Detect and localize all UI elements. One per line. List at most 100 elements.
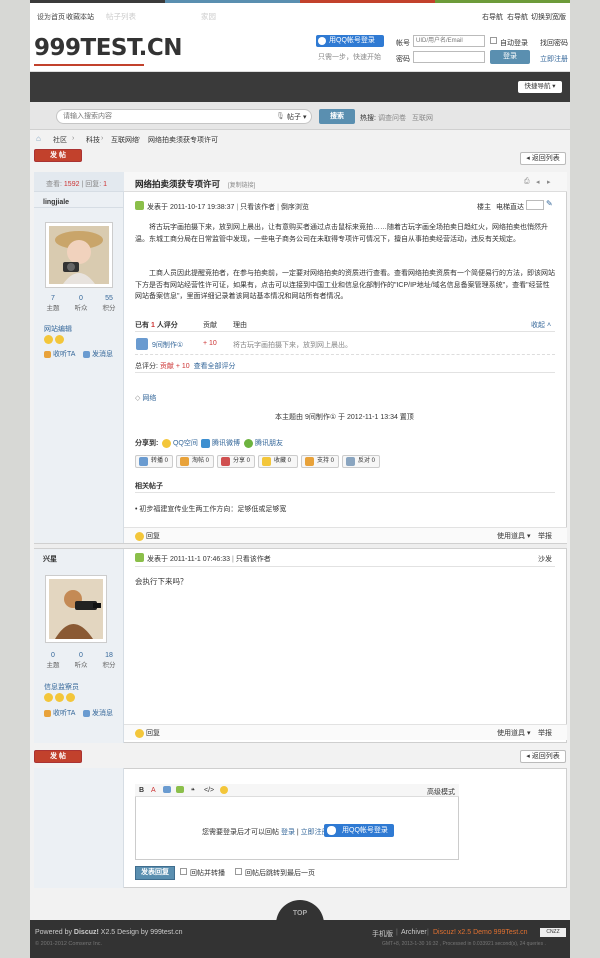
nav-thread-content[interactable]: 帖子内容 [153, 11, 183, 22]
divider [135, 331, 555, 332]
copy-link[interactable]: [复制链接] [228, 180, 255, 189]
follow-icon [44, 350, 51, 358]
register-link[interactable]: 立即注册 [540, 54, 568, 64]
smiley-icon[interactable] [220, 786, 228, 794]
share-button[interactable]: 分享 0 [217, 455, 255, 468]
bold-icon[interactable]: B [139, 787, 144, 794]
floor-jump-label[interactable]: 电梯直达 [496, 202, 524, 212]
site-logo[interactable]: 999TEST.CN [34, 35, 183, 61]
image-icon[interactable] [176, 786, 184, 793]
hot-search-item[interactable]: 互联网 [412, 113, 433, 123]
right-nav-link-2[interactable]: 右导航 [507, 12, 528, 22]
next-thread-icon[interactable]: ▸ [547, 178, 551, 186]
reply-button[interactable]: 回复 [135, 531, 160, 541]
archiver-link[interactable]: Archiver [401, 929, 427, 936]
nav-thread-list[interactable]: 帖子列表 [106, 11, 136, 22]
send-message[interactable]: 发消息 [83, 708, 113, 718]
floor-owner[interactable]: 楼主 [477, 202, 491, 212]
forward-button[interactable]: 转播 0 [135, 455, 173, 468]
share-tfriends[interactable]: 腾讯朋友 [244, 438, 283, 448]
nav-home[interactable]: 家园 [201, 11, 216, 22]
new-post-button[interactable]: 发 帖 [34, 750, 82, 763]
follow-ta[interactable]: 收听TA [44, 349, 75, 359]
thread-title: 网络拍卖须获专项许可 [135, 179, 221, 189]
reply-button[interactable]: 回复 [135, 728, 160, 738]
rating-collapse[interactable]: 收起 ˄ [531, 320, 551, 330]
submit-reply-button[interactable]: 发表回复 [135, 866, 175, 880]
home-icon[interactable]: ⌂ [36, 134, 41, 143]
nav-portal[interactable]: 门户 [41, 11, 56, 22]
rating-col-reason: 理由 [233, 322, 247, 329]
related-item[interactable]: • 初步福建宣传业生两工作方向：足够低或足够宽 [135, 504, 286, 514]
hot-search-label: 热搜: [360, 115, 376, 122]
find-password-link[interactable]: 找回密码 [540, 38, 568, 48]
post-separator [34, 543, 567, 549]
stat-label: 积分 [102, 662, 116, 669]
use-tool-menu[interactable]: 使用道具 ▾ [497, 728, 530, 738]
send-message[interactable]: 发消息 [83, 349, 113, 359]
share-tfriends-label: 腾讯朋友 [254, 440, 283, 447]
view-all-ratings-link[interactable]: 查看全部评分 [194, 363, 236, 370]
breadcrumb-tech[interactable]: 科技 [86, 135, 100, 145]
new-post-button[interactable]: 发 帖 [34, 149, 82, 162]
jump-last-checkbox[interactable] [235, 868, 242, 875]
cnzz-badge[interactable]: CNZZ [540, 928, 566, 937]
link-icon[interactable] [163, 786, 171, 793]
follow-ta[interactable]: 收听TA [44, 708, 75, 718]
forward-checkbox[interactable] [180, 868, 187, 875]
use-tool-menu[interactable]: 使用道具 ▾ [497, 531, 530, 541]
breadcrumb-internet[interactable]: 互联网络 [111, 135, 139, 145]
thumbs-down-icon [346, 457, 355, 466]
editor-login-link[interactable]: 登录 [281, 829, 295, 836]
rating-people-label: 人评分 [156, 322, 178, 329]
search-type-select[interactable]: 帖子 ▾ [287, 112, 306, 122]
wide-mode-link[interactable]: 切换到宽版 [531, 12, 566, 22]
quote-icon[interactable]: ❝ [191, 787, 195, 795]
support-button[interactable]: 支持 0 [301, 455, 339, 468]
qq-login-button[interactable]: 用QQ帐号登录 [316, 35, 384, 47]
author-name[interactable]: lingjiale [43, 199, 69, 206]
auto-login-checkbox[interactable] [490, 37, 497, 44]
message-label: 发消息 [91, 351, 113, 358]
password-input[interactable] [413, 51, 485, 63]
tag-link[interactable]: 网络 [142, 395, 156, 402]
search-input[interactable] [56, 109, 312, 124]
reverse-order-link[interactable]: 倒序浏览 [281, 204, 309, 211]
author-name[interactable]: 兴星 [43, 554, 57, 564]
editor-qq-login-button[interactable]: 用QQ帐号登录 [324, 824, 394, 837]
only-author-link[interactable]: 只看该作者 [240, 204, 275, 211]
rater-name[interactable]: 9间制作① [152, 340, 183, 350]
oppose-button[interactable]: 反对 0 [342, 455, 380, 468]
only-author-link[interactable]: 只看该作者 [236, 556, 271, 563]
share-qzone[interactable]: QQ空间 [162, 438, 198, 448]
advanced-mode-link[interactable]: 高级模式 [427, 787, 455, 797]
stat-value: 0 [51, 652, 55, 659]
report-link[interactable]: 举报 [538, 728, 552, 738]
login-button[interactable]: 登录 [490, 50, 530, 64]
account-input[interactable] [413, 35, 485, 47]
font-color-icon[interactable]: A [151, 787, 156, 794]
floor-jump-input[interactable] [526, 200, 544, 210]
back-to-list-button[interactable]: ◂ 返回列表 [520, 750, 566, 763]
search-button[interactable]: 搜索 [319, 109, 355, 124]
prev-thread-icon[interactable]: ◂ [536, 178, 540, 186]
favorite-button[interactable]: 收藏 0 [258, 455, 298, 468]
quick-nav-button[interactable]: 快捷导航 ▾ [518, 81, 562, 93]
nav-community[interactable]: 社区 [72, 11, 87, 22]
mobile-link[interactable]: 手机版 [372, 929, 393, 939]
report-link[interactable]: 举报 [538, 531, 552, 541]
share-tweibo[interactable]: 腾讯微博 [201, 438, 240, 448]
breadcrumb-community[interactable]: 社区 [53, 135, 67, 145]
hot-search-item[interactable]: 调查问卷 [378, 113, 406, 123]
right-nav-link-1[interactable]: 右导航 [482, 12, 503, 22]
breadcrumb-current[interactable]: 网络拍卖须获专项许可 [148, 135, 218, 145]
print-icon[interactable]: ⎙ [524, 178, 530, 186]
back-to-list-button[interactable]: ◂ 返回列表 [520, 152, 566, 165]
code-icon[interactable]: </> [204, 787, 214, 794]
jump-last-option-label: 回帖后跳转到最后一页 [245, 870, 315, 877]
microphone-icon[interactable]: 🎙 [276, 112, 285, 120]
author-avatar[interactable] [45, 222, 113, 288]
go-floor-icon[interactable]: ✎ [546, 199, 553, 208]
author-avatar[interactable] [45, 575, 107, 643]
taotie-button[interactable]: 淘帖 0 [176, 455, 214, 468]
